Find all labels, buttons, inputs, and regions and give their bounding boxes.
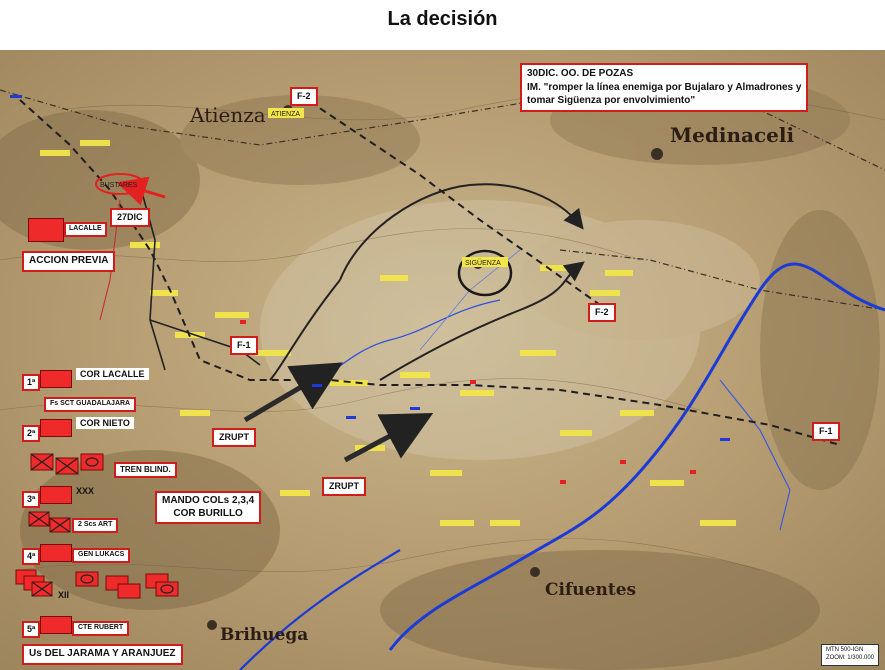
siguenza-label: SIGÜENZA (465, 259, 501, 267)
placename-atienza: Atienza (189, 103, 266, 127)
oob-xii: XII (58, 590, 70, 600)
orders-box: 30DIC. OO. DE POZAS IM. "romper la línea… (520, 63, 809, 112)
atienza-label: ATIENZA (271, 111, 300, 118)
oob-unit-2-symbol (40, 419, 72, 437)
label-f2-top: F-2 (290, 87, 318, 107)
oob-xxx: XXX (76, 486, 95, 496)
oob-gen-lukacs: GEN LUKACS (72, 548, 131, 563)
oob-2scs-art: 2 Scs ART (72, 518, 119, 533)
label-f2-right: F-2 (588, 303, 616, 323)
oob-art-symbols (28, 511, 71, 533)
label-f1-left: F-1 (230, 336, 258, 356)
page-title: La decisión (387, 8, 498, 30)
oob-fs-sct: Fs SCT GUADALAJARA (44, 397, 137, 412)
orders-line-3: tomar Sigüenza por envolvimiento" (527, 95, 696, 106)
label-f1-right: F-1 (812, 422, 840, 442)
map-source-line-2: ZOOM: 1/300.000 (825, 655, 874, 662)
oob-brigade-5: 5ª (22, 621, 41, 639)
oob-mando-line-1: MANDO COLs 2,3,4 (162, 495, 255, 506)
town-cifuentes-dot (530, 567, 540, 577)
oob-mando-box: MANDO COLs 2,3,4 COR BURILLO (155, 491, 262, 524)
oob-brigade-4: 4ª (22, 548, 41, 566)
orders-line-1: 30DIC. OO. DE POZAS (527, 68, 634, 79)
oob-cor-nieto: COR NIETO (76, 417, 134, 429)
oob-brigade-2: 2ª (22, 425, 41, 443)
oob-brigade-3: 3ª (22, 491, 41, 509)
town-medinaceli-dot (651, 148, 663, 160)
orders-line-2: IM. "romper la línea enemiga por Bujalar… (527, 81, 802, 93)
oob-unit-4-symbol (40, 544, 72, 562)
oob-mando-line-2: COR BURILLO (173, 507, 243, 519)
label-zrupt-1: ZRUPT (212, 428, 256, 448)
label-zrupt-2: ZRUPT (322, 477, 366, 497)
label-27dic: 27DIC (110, 208, 150, 228)
placename-brihuega: Brihuega (220, 625, 308, 645)
placename-medinaceli: Medinaceli (670, 123, 794, 147)
oob-tren-symbols (30, 453, 104, 475)
oob-us-jarama: Us DEL JARAMA Y ARANJUEZ (22, 644, 183, 665)
bustares-label: BUSTARES (100, 182, 138, 189)
oob-cor-lacalle: COR LACALLE (76, 368, 149, 380)
placename-cifuentes: Cifuentes (545, 580, 636, 600)
oob-tren-blind: TREN BLIND. (114, 462, 177, 478)
oob-brigade-1: 1ª (22, 374, 41, 392)
unit-lacalle-symbol (28, 218, 64, 242)
town-brihuega-dot (207, 620, 217, 630)
map-source-line-1: MTN 500-IGN (825, 647, 864, 654)
label-accion-previa: ACCION PREVIA (22, 251, 116, 272)
label-lacalle-small: LACALLE (64, 222, 107, 237)
oob-cte-rubert: CTE RUBERT (72, 621, 130, 636)
oob-unit-3-symbol (40, 486, 72, 504)
oob-unit-5-symbol (40, 616, 72, 634)
oob-xii-symbols (15, 569, 179, 599)
map-source-box: MTN 500-IGN ZOOM: 1/300.000 (820, 644, 879, 666)
oob-unit-1-symbol (40, 370, 72, 388)
